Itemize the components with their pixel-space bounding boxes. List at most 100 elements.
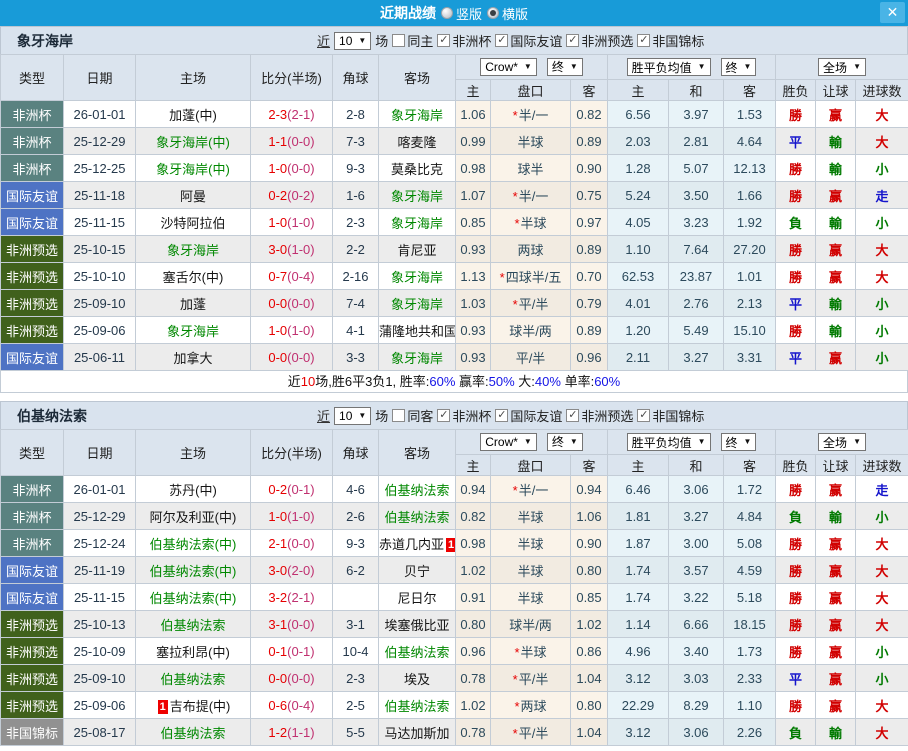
cell-home-win-odds: 6.56 — [607, 100, 669, 128]
league-filter[interactable]: ✓ 非洲预选 — [566, 406, 633, 425]
fulltime-score: 3-2 — [268, 589, 288, 605]
league-filter[interactable]: ✓ 国际友谊 — [495, 406, 562, 425]
league-filter[interactable]: ✓ 非洲杯 — [437, 31, 491, 50]
odds-stage-select[interactable]: 终 ▼ — [546, 57, 583, 76]
match-type-badge: 国际友谊 — [0, 556, 64, 584]
match-date: 25-09-10 — [63, 289, 136, 317]
wdl-stage-select[interactable]: 终 ▼ — [720, 433, 757, 451]
cell-asian-home-odds: 0.78 — [455, 718, 491, 746]
league-checkbox[interactable]: ✓ — [637, 409, 651, 422]
league-filter[interactable]: ✓ 非洲预选 — [566, 31, 633, 50]
recent-link[interactable]: 近 — [317, 31, 330, 50]
scope-select[interactable]: 全场 ▼ — [818, 58, 866, 76]
fulltime-score: 1-1 — [268, 133, 288, 149]
match-row: 国际友谊 25-06-11 加拿大 0-0(0-0) 3-3 象牙海岸 0.93 平/半 0.9… — [0, 343, 908, 371]
match-date: 26-01-01 — [63, 100, 136, 128]
league-filter[interactable]: ✓ 国际友谊 — [495, 31, 562, 50]
wdl-average-select[interactable]: 胜平负均值 ▼ — [626, 433, 711, 451]
match-date: 25-09-06 — [63, 316, 136, 344]
scope-select[interactable]: 全场 ▼ — [818, 433, 866, 451]
league-checkbox[interactable]: ✓ — [437, 34, 451, 47]
league-checkbox[interactable]: ✓ — [637, 34, 651, 47]
cell-home-win-odds: 1.87 — [607, 529, 669, 557]
wdl-stage-select-value: 终 — [725, 60, 738, 75]
league-label: 非洲杯 — [452, 409, 492, 424]
cell-asian-handicap: 平/半 — [490, 343, 571, 371]
radio-vertical-layout[interactable]: 竖版 — [440, 4, 482, 23]
match-type-badge: 非洲预选 — [0, 610, 64, 638]
league-filter[interactable]: ✓ 非国锦标 — [637, 31, 704, 50]
cell-match-result: 勝 — [775, 100, 817, 128]
chevron-down-icon: ▼ — [853, 437, 861, 446]
match-score: 1-1(0-0) — [250, 127, 333, 155]
corner-count: 7-3 — [332, 127, 379, 155]
halftime-score: (0-0) — [287, 133, 315, 149]
cell-asian-home-odds: 0.78 — [455, 664, 491, 692]
subcol-goals: 进球数 — [855, 79, 908, 101]
league-checkbox[interactable]: ✓ — [566, 409, 580, 422]
cell-asian-home-odds: 0.85 — [455, 208, 491, 236]
halftime-score: (0-0) — [287, 616, 315, 632]
match-row: 非洲杯 26-01-01 加蓬(中) 2-3(2-1) 2-8 象牙海岸 1.06 *半/一 0… — [0, 100, 908, 128]
bookmaker-select[interactable]: Crow* ▼ — [480, 58, 537, 77]
corner-count: 4-1 — [332, 316, 379, 344]
handicap-star: * — [512, 671, 518, 687]
league-filter[interactable]: ✓ 非国锦标 — [637, 406, 704, 425]
match-count-select[interactable]: 10 ▼ — [334, 31, 372, 50]
odds-stage-select[interactable]: 终 ▼ — [546, 432, 583, 451]
league-checkbox[interactable]: ✓ — [566, 34, 580, 47]
match-score: 3-0(2-0) — [250, 556, 333, 584]
cell-home-win-odds: 2.03 — [607, 127, 669, 155]
corner-count: 3-3 — [332, 343, 379, 371]
cell-draw-odds: 3.00 — [668, 529, 724, 557]
match-score: 0-2(0-1) — [250, 475, 333, 503]
recent-link[interactable]: 近 — [317, 406, 330, 425]
league-label: 非国锦标 — [652, 409, 705, 424]
match-type-badge: 非洲杯 — [0, 127, 64, 155]
match-count-select[interactable]: 10 ▼ — [334, 406, 372, 425]
halftime-score: (1-0) — [287, 322, 315, 338]
wdl-stage-select[interactable]: 终 ▼ — [720, 58, 757, 76]
match-date: 25-10-15 — [63, 235, 136, 263]
bookmaker-select[interactable]: Crow* ▼ — [480, 433, 537, 452]
league-label: 国际友谊 — [510, 409, 563, 424]
handicap-star: * — [514, 215, 520, 231]
match-score: 0-0(0-0) — [250, 289, 333, 317]
league-checkbox[interactable]: ✓ — [437, 409, 451, 422]
match-date: 26-01-01 — [63, 475, 136, 503]
cell-asian-handicap: *半球 — [490, 208, 571, 236]
away-team-cell: 象牙海岸 — [378, 181, 456, 209]
cell-handicap-result: 赢 — [815, 100, 857, 128]
summary-part: 大: — [514, 374, 535, 389]
same-venue-filter[interactable]: 同客 — [392, 406, 433, 425]
radio-horizontal-layout[interactable]: 横版 — [487, 4, 528, 23]
subcol-handicap-result: 让球 — [815, 79, 857, 101]
wdl-stage-select-value: 终 — [725, 435, 738, 450]
games-label: 场 — [375, 409, 389, 424]
wdl-average-select[interactable]: 胜平负均值 ▼ — [626, 58, 711, 76]
away-team-name: 喀麦隆 — [397, 134, 437, 150]
halftime-score: (0-0) — [287, 349, 315, 365]
league-filter[interactable]: ✓ 非洲杯 — [437, 406, 491, 425]
cell-goals-result: 小 — [855, 664, 908, 692]
match-type-badge: 非洲杯 — [0, 154, 64, 182]
cell-goals-result: 大 — [855, 100, 908, 128]
away-team-cell: 伯基纳法索 — [378, 502, 456, 530]
same-venue-checkbox[interactable] — [392, 34, 406, 47]
col-home: 主场 — [135, 429, 251, 476]
league-checkbox[interactable]: ✓ — [495, 34, 509, 47]
away-team-name: 蒲隆地共和国 — [379, 323, 456, 339]
league-checkbox[interactable]: ✓ — [495, 409, 509, 422]
home-team-cell: 象牙海岸 — [135, 316, 251, 344]
same-venue-checkbox[interactable] — [392, 409, 406, 422]
halftime-score: (1-1) — [287, 724, 315, 740]
same-venue-filter[interactable]: 同主 — [392, 31, 433, 50]
close-icon[interactable]: ✕ — [880, 2, 905, 23]
subcol-odds-away: 客 — [722, 79, 777, 101]
league-label: 非国锦标 — [652, 34, 705, 49]
odds-stage-select-value: 终 — [551, 435, 564, 450]
match-type-badge: 非洲预选 — [0, 664, 64, 692]
cell-handicap-result: 赢 — [815, 664, 857, 692]
cell-draw-odds: 2.81 — [668, 127, 724, 155]
cell-away-win-odds: 18.15 — [722, 610, 777, 638]
